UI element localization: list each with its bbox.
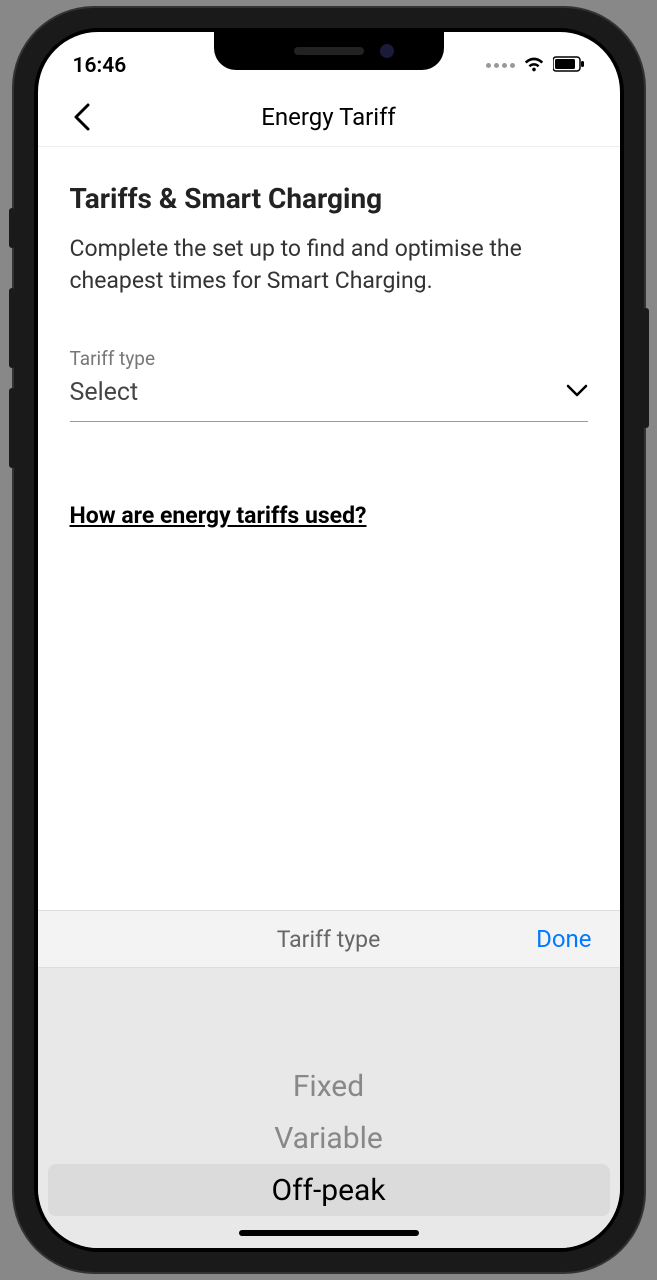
- tariff-type-value: Select: [70, 378, 139, 407]
- picker-toolbar: Tariff type Done: [38, 910, 620, 968]
- section-title: Tariffs & Smart Charging: [70, 182, 588, 215]
- volume-up-button: [9, 288, 15, 368]
- page-title: Energy Tariff: [38, 103, 620, 131]
- phone-frame: 16:46 Energy Tariff: [14, 8, 644, 1272]
- signal-icon: [486, 63, 515, 68]
- battery-icon: [553, 56, 585, 76]
- picker-done-button[interactable]: Done: [536, 925, 591, 953]
- mute-switch: [9, 208, 15, 248]
- tariff-type-label: Tariff type: [70, 347, 588, 370]
- picker-options: Fixed Variable Off-peak: [38, 1060, 620, 1216]
- help-link[interactable]: How are energy tariffs used?: [70, 502, 367, 529]
- section-description: Complete the set up to find and optimise…: [70, 233, 588, 297]
- chevron-down-icon: [566, 383, 588, 402]
- power-button: [643, 308, 649, 428]
- picker-option-off-peak[interactable]: Off-peak: [48, 1164, 610, 1216]
- back-button[interactable]: [62, 97, 102, 137]
- volume-down-button: [9, 388, 15, 468]
- picker-title: Tariff type: [277, 926, 381, 953]
- wifi-icon: [523, 53, 545, 79]
- screen: 16:46 Energy Tariff: [38, 32, 620, 1248]
- picker-body[interactable]: Fixed Variable Off-peak: [38, 968, 620, 1248]
- picker-option-fixed[interactable]: Fixed: [38, 1060, 620, 1112]
- chevron-left-icon: [73, 103, 91, 131]
- front-camera: [380, 44, 394, 58]
- status-time: 16:46: [73, 54, 127, 78]
- status-icons: [486, 53, 585, 79]
- picker-option-variable[interactable]: Variable: [38, 1112, 620, 1164]
- tariff-type-select[interactable]: Select: [70, 378, 588, 422]
- picker: Tariff type Done Fixed Variable Off-peak: [38, 910, 620, 1248]
- home-indicator[interactable]: [239, 1230, 419, 1236]
- notch: [214, 32, 444, 70]
- speaker: [294, 47, 364, 55]
- nav-header: Energy Tariff: [38, 87, 620, 147]
